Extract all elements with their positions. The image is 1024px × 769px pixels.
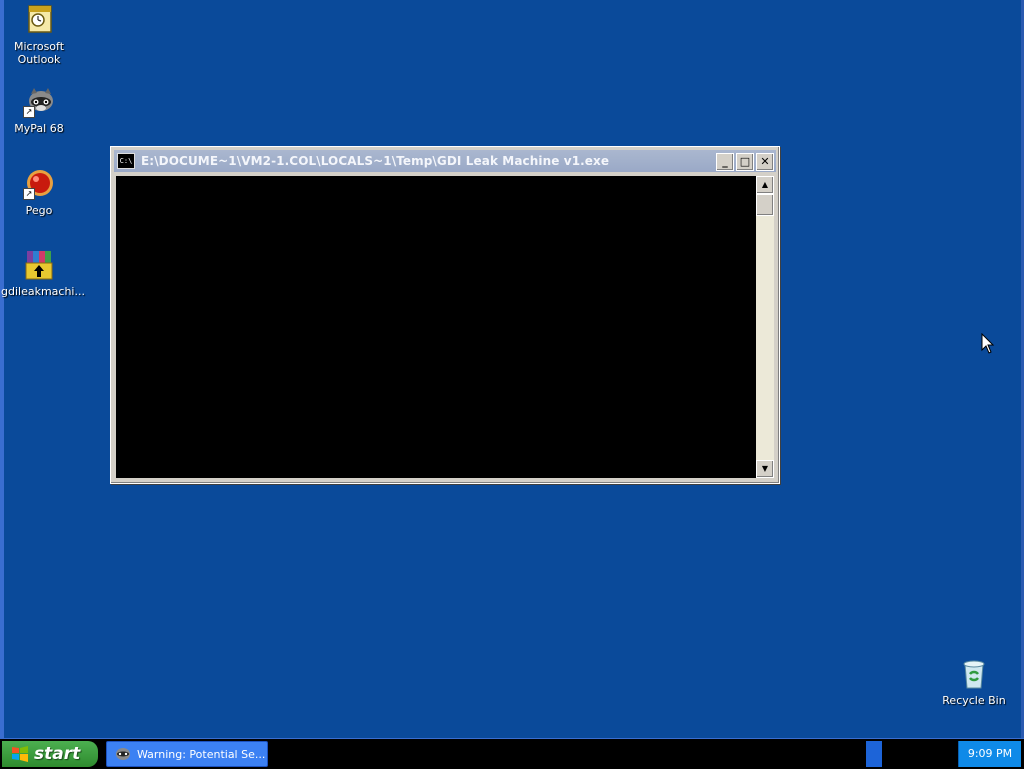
outlook-icon xyxy=(23,4,55,36)
desktop-icon-gdileakmachine[interactable]: gdileakmachi... xyxy=(1,249,85,298)
desktop-icon-mypal[interactable]: ↗ MyPal 68 xyxy=(1,86,77,135)
desktop-icon-label: Recycle Bin xyxy=(942,694,1006,707)
console-title-bar[interactable]: C:\ E:\DOCUME~1\VM2-1.COL\LOCALS~1\Temp\… xyxy=(114,150,776,172)
scroll-thumb[interactable] xyxy=(756,194,774,216)
taskbar-clock[interactable]: 9:09 PM xyxy=(959,741,1021,767)
mouse-cursor-icon xyxy=(981,333,995,354)
pego-ball-icon: ↗ xyxy=(23,168,55,200)
recycle-bin-icon xyxy=(958,658,990,690)
mypal-raccoon-icon xyxy=(115,746,131,762)
start-button[interactable]: start xyxy=(2,741,98,767)
desktop-icon-label: gdileakmachi... xyxy=(1,285,85,298)
desktop-icon-outlook[interactable]: Microsoft Outlook xyxy=(1,4,77,66)
scroll-down-arrow-icon[interactable]: ▼ xyxy=(756,460,774,478)
console-vertical-scrollbar[interactable]: ▲ ▼ xyxy=(756,176,774,478)
desktop-icon-recycle-bin[interactable]: Recycle Bin xyxy=(936,658,1012,707)
desktop-icon-label: MyPal 68 xyxy=(14,122,64,135)
shortcut-arrow-icon: ↗ xyxy=(23,106,35,118)
start-button-label: start xyxy=(34,744,81,764)
taskbar-item-warning[interactable]: Warning: Potential Se... xyxy=(106,741,268,767)
scroll-up-arrow-icon[interactable]: ▲ xyxy=(756,176,774,194)
taskbar-item-label: Warning: Potential Se... xyxy=(137,747,266,761)
tray-separator xyxy=(866,741,882,767)
taskbar: start Warning: Potential Se... 9:09 PM xyxy=(0,738,1024,769)
desktop-icon-label: Microsoft Outlook xyxy=(13,40,65,66)
shortcut-arrow-icon: ↗ xyxy=(23,188,35,200)
mypal-raccoon-icon: ↗ xyxy=(23,86,55,118)
console-output-area[interactable] xyxy=(116,176,756,478)
desktop-icon-pego[interactable]: ↗ Pego xyxy=(1,168,77,217)
console-window-title: E:\DOCUME~1\VM2-1.COL\LOCALS~1\Temp\GDI … xyxy=(141,154,610,168)
close-button[interactable]: ✕ xyxy=(756,153,774,171)
system-tray[interactable]: 9:09 PM xyxy=(958,741,1021,767)
minimize-button[interactable]: _ xyxy=(716,153,734,171)
windows-logo-icon xyxy=(11,745,29,763)
console-app-icon[interactable]: C:\ xyxy=(117,153,135,169)
winrar-archive-icon xyxy=(23,249,55,281)
maximize-button[interactable]: □ xyxy=(736,153,754,171)
console-window[interactable]: C:\ E:\DOCUME~1\VM2-1.COL\LOCALS~1\Temp\… xyxy=(110,146,780,484)
desktop-icon-label: Pego xyxy=(25,204,53,217)
